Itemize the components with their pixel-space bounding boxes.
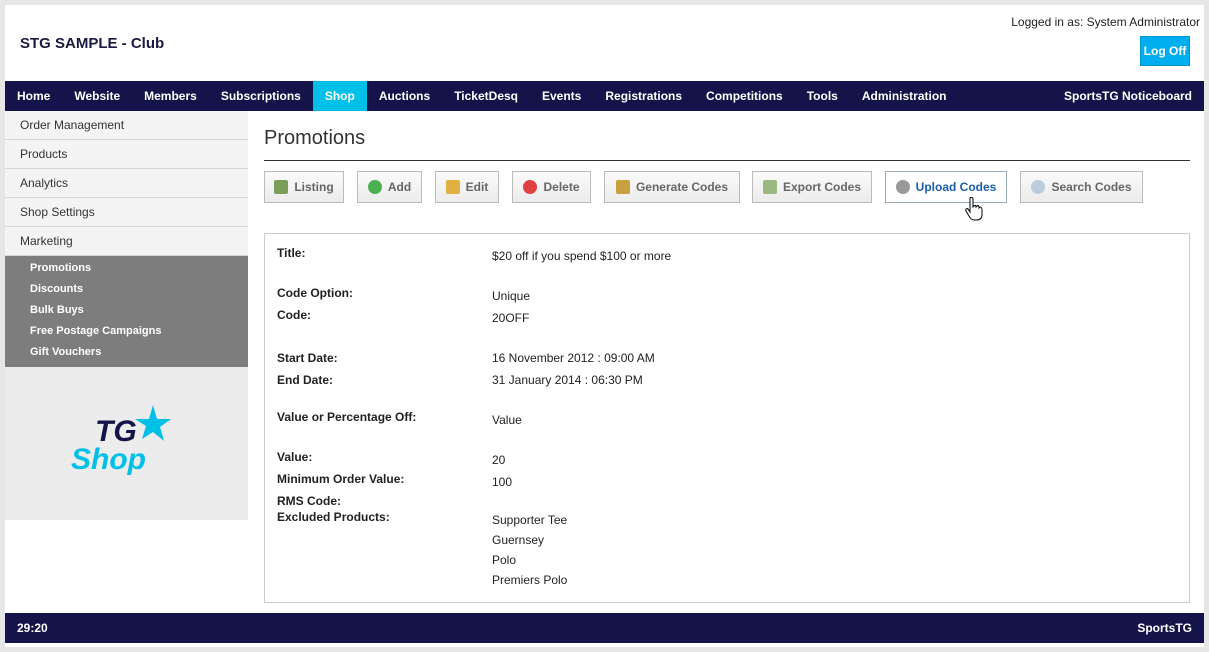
session-timer: 29:20 [17,621,48,635]
export-codes-label: Export Codes [782,180,861,194]
upload-codes-label: Upload Codes [915,180,997,194]
value-percentage-label: Value or Percentage Off: [277,410,417,424]
sidebar-item-products[interactable]: Products [5,140,248,169]
delete-label: Delete [543,180,580,194]
sidebar-item-shop-settings[interactable]: Shop Settings [5,198,248,227]
listing-label: Listing [294,180,334,194]
nav-noticeboard[interactable]: SportsTG Noticeboard [1052,81,1204,111]
box-icon [615,180,630,194]
nav-home[interactable]: Home [5,81,62,111]
promotion-details: Title: $20 off if you spend $100 or more… [264,233,1190,603]
title-value: $20 off if you spend $100 or more [492,249,672,263]
code-option-value: Unique [492,289,531,303]
search-icon [1031,180,1046,194]
export-icon [762,180,777,194]
submenu-item-promotions[interactable]: Promotions [5,258,248,279]
footer: 29:20 SportsTG [5,613,1204,643]
value-percentage-value: Value [492,413,522,427]
delete-button[interactable]: Delete [512,171,591,203]
submenu-item-discounts[interactable]: Discounts [5,279,248,300]
title-label: Title: [277,246,306,260]
nav-events[interactable]: Events [530,81,593,111]
start-date-label: Start Date: [277,351,338,365]
sidebar-item-order-management[interactable]: Order Management [5,111,248,140]
app-frame: STG SAMPLE - Club Logged in as: System A… [5,5,1204,647]
value-value: 20 [492,453,506,467]
submenu-item-bulk-buys[interactable]: Bulk Buys [5,300,248,321]
value-label: Value: [277,450,313,464]
min-order-value: 100 [492,475,513,489]
nav-administration[interactable]: Administration [850,81,959,111]
excluded-product-item: Premiers Polo [492,573,568,587]
logged-in-text: Logged in as: System Administrator [1011,15,1200,29]
sidebar-item-analytics[interactable]: Analytics [5,169,248,198]
submenu-item-gift-vouchers[interactable]: Gift Vouchers [5,342,248,363]
nav-competitions[interactable]: Competitions [694,81,795,111]
excluded-product-item: Polo [492,553,517,567]
marketing-submenu: Promotions Discounts Bulk Buys Free Post… [5,256,248,367]
edit-button[interactable]: Edit [435,171,499,203]
listing-button[interactable]: Listing [264,171,344,203]
generate-codes-label: Generate Codes [635,180,729,194]
search-codes-label: Search Codes [1051,180,1132,194]
add-button[interactable]: Add [357,171,422,203]
nav-members[interactable]: Members [132,81,209,111]
nav-auctions[interactable]: Auctions [367,81,442,111]
end-date-label: End Date: [277,373,334,387]
log-off-button[interactable]: Log Off [1140,36,1190,66]
code-option-label: Code Option: [277,286,353,300]
nav-website[interactable]: Website [62,81,132,111]
sidebar-item-marketing[interactable]: Marketing [5,227,248,256]
min-order-label: Minimum Order Value: [277,472,405,486]
excluded-products-label: Excluded Products: [277,510,390,524]
export-codes-button[interactable]: Export Codes [752,171,872,203]
edit-label: Edit [465,180,489,194]
add-label: Add [387,180,412,194]
footer-brand: SportsTG [1137,621,1192,635]
toolbar: Listing Add Edit Delete Generate Codes E… [264,171,1190,219]
sidebar: Order Management Products Analytics Shop… [5,111,248,520]
gear-icon [895,180,910,194]
code-label: Code: [277,308,311,322]
club-title: STG SAMPLE - Club [20,35,165,52]
tg-shop-logo: TG Shop [65,399,185,479]
generate-codes-button[interactable]: Generate Codes [604,171,740,203]
page-title: Promotions [264,127,1190,161]
start-date-value: 16 November 2012 : 09:00 AM [492,351,655,365]
main-content: Promotions Listing Add Edit Delete Gener… [264,111,1190,219]
submenu-item-free-postage[interactable]: Free Postage Campaigns [5,321,248,342]
nav-shop[interactable]: Shop [312,81,367,111]
main-nav: Home Website Members Subscriptions Shop … [5,81,1204,111]
nav-subscriptions[interactable]: Subscriptions [209,81,313,111]
end-date-value: 31 January 2014 : 06:30 PM [492,373,643,387]
hand-cursor-icon [965,197,983,221]
pencil-icon [445,180,460,194]
excluded-product-item: Guernsey [492,533,545,547]
listing-icon [274,180,289,194]
nav-ticketdesq[interactable]: TicketDesq [442,81,530,111]
excluded-product-item: Supporter Tee [492,513,568,527]
header: STG SAMPLE - Club Logged in as: System A… [5,5,1204,81]
code-value: 20OFF [492,311,530,325]
nav-tools[interactable]: Tools [795,81,850,111]
search-codes-button[interactable]: Search Codes [1020,171,1143,203]
logo-shop-text: Shop [71,443,146,476]
delete-icon [523,180,538,194]
nav-registrations[interactable]: Registrations [593,81,694,111]
add-icon [367,180,382,194]
upload-codes-button[interactable]: Upload Codes [885,171,1007,203]
rms-code-label: RMS Code: [277,494,341,508]
